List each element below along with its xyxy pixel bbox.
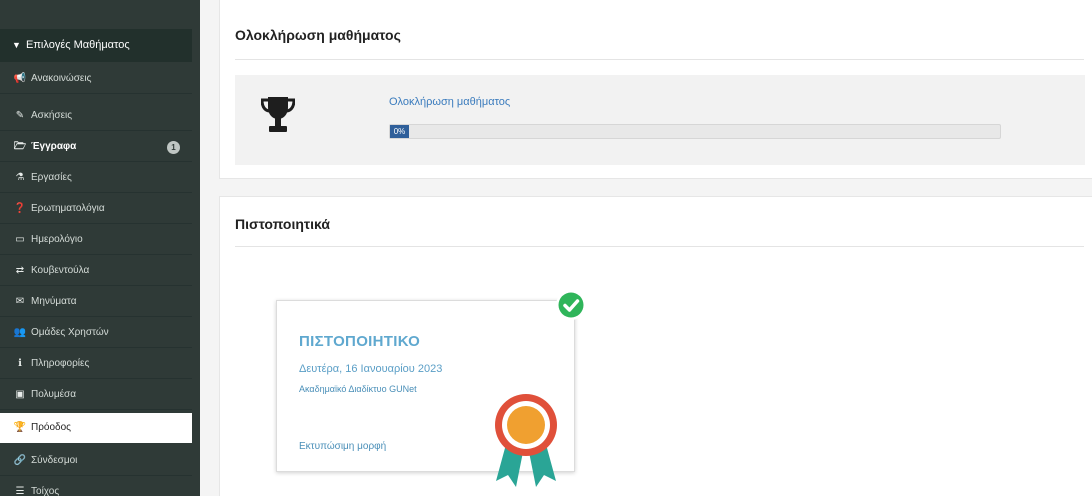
course-options-label: Επιλογές Μαθήματος <box>26 39 130 51</box>
sidebar-item-announcements[interactable]: 📢 Ανακοινώσεις <box>0 64 192 94</box>
sidebar-item-label: Μηνύματα <box>31 296 77 307</box>
panel-title: Πιστοποιητικά <box>235 216 331 232</box>
info-circle-icon: ℹ <box>18 358 22 369</box>
panel-title: Ολοκλήρωση μαθήματος <box>235 27 401 43</box>
certificates-panel: Πιστοποιητικά ΠΙΣΤΟΠΟΙΗΤΙΚΟ Δευτέρα, 16 … <box>219 196 1092 496</box>
course-completion-panel: Ολοκλήρωση μαθήματος Ολοκλήρωση μαθήματο… <box>219 0 1092 179</box>
sidebar-item-label: Κουβεντούλα <box>31 265 90 276</box>
sidebar-item-assignments[interactable]: ⚗ Εργασίες <box>0 163 192 193</box>
course-completion-link[interactable]: Ολοκλήρωση μαθήματος <box>389 96 510 108</box>
edit-icon: ✎ <box>15 110 25 121</box>
certificate-issuer: Ακαδημαϊκό Διαδίκτυο GUNet <box>299 384 417 394</box>
link-icon: 🔗 <box>13 455 27 466</box>
chevron-down-icon: ▼ <box>12 40 21 50</box>
bullhorn-icon: 📢 <box>13 73 27 84</box>
sidebar-item-label: Πληροφορίες <box>31 358 90 369</box>
completion-progress-bar: 0% <box>389 124 1001 139</box>
sidebar-item-calendar[interactable]: ▭ Ημερολόγιο <box>0 225 192 255</box>
certificate-date: Δευτέρα, 16 Ιανουαρίου 2023 <box>299 363 443 375</box>
sidebar-item-progress[interactable]: 🏆 Πρόοδος <box>0 413 192 443</box>
sidebar-item-label: Ημερολόγιο <box>31 234 83 245</box>
sidebar-item-label: Τοίχος <box>31 486 60 496</box>
sidebar-item-label: Ασκήσεις <box>31 110 73 121</box>
users-icon: 👥 <box>13 327 27 338</box>
list-icon: ☰ <box>15 486 25 496</box>
sidebar-item-links[interactable]: 🔗 Σύνδεσμοι <box>0 446 192 476</box>
sidebar-item-label: Έγγραφα <box>31 141 77 152</box>
completion-box: Ολοκλήρωση μαθήματος 0% <box>235 75 1085 165</box>
flask-icon: ⚗ <box>15 172 25 183</box>
calendar-icon: ▭ <box>15 234 25 245</box>
course-options-toggle[interactable]: ▼ Επιλογές Μαθήματος <box>0 29 192 62</box>
film-icon: ▣ <box>15 389 25 400</box>
sidebar-item-multimedia[interactable]: ▣ Πολυμέσα <box>0 380 192 410</box>
sidebar-item-wall[interactable]: ☰ Τοίχος <box>0 477 192 496</box>
sidebar-item-chat[interactable]: ⇄ Κουβεντούλα <box>0 256 192 286</box>
trophy-icon: 🏆 <box>13 422 27 433</box>
sidebar-item-exercises[interactable]: ✎ Ασκήσεις <box>0 101 192 131</box>
exchange-icon: ⇄ <box>15 265 25 276</box>
sidebar-item-questionnaires[interactable]: ❓ Ερωτηματολόγια <box>0 194 192 224</box>
sidebar-item-label: Σύνδεσμοι <box>31 455 78 466</box>
check-circle-icon <box>556 290 586 320</box>
sidebar-item-documents[interactable]: 🗁 Έγγραφα 1 <box>0 132 192 162</box>
sidebar-item-label: Ομάδες Χρηστών <box>31 327 109 338</box>
divider <box>235 246 1084 247</box>
envelope-icon: ✉ <box>15 296 25 307</box>
course-sidebar: ▼ Επιλογές Μαθήματος 📢 Ανακοινώσεις ✎ Ασκήσ… <box>0 0 200 496</box>
sidebar-item-information[interactable]: ℹ Πληροφορίες <box>0 349 192 379</box>
sidebar-item-label: Ανακοινώσεις <box>31 73 92 84</box>
sidebar-scrollbar[interactable] <box>192 0 200 496</box>
divider <box>235 59 1084 60</box>
certificate-heading: ΠΙΣΤΟΠΟΙΗΤΙΚΟ <box>299 333 421 350</box>
award-ribbon-icon <box>495 394 557 487</box>
printable-version-link[interactable]: Εκτυπώσιμη μορφή <box>299 441 386 452</box>
sidebar-item-label: Ερωτηματολόγια <box>31 203 105 214</box>
trophy-icon <box>261 97 295 132</box>
progress-fill: 0% <box>390 125 409 138</box>
sidebar-item-user-groups[interactable]: 👥 Ομάδες Χρηστών <box>0 318 192 348</box>
sidebar-item-messages[interactable]: ✉ Μηνύματα <box>0 287 192 317</box>
sidebar-item-label: Πολυμέσα <box>31 389 76 400</box>
folder-open-icon: 🗁 <box>13 141 27 152</box>
question-circle-icon: ❓ <box>13 203 27 214</box>
sidebar-item-label: Πρόοδος <box>31 422 71 433</box>
sidebar-item-label: Εργασίες <box>31 172 72 183</box>
documents-count-badge: 1 <box>167 141 180 154</box>
